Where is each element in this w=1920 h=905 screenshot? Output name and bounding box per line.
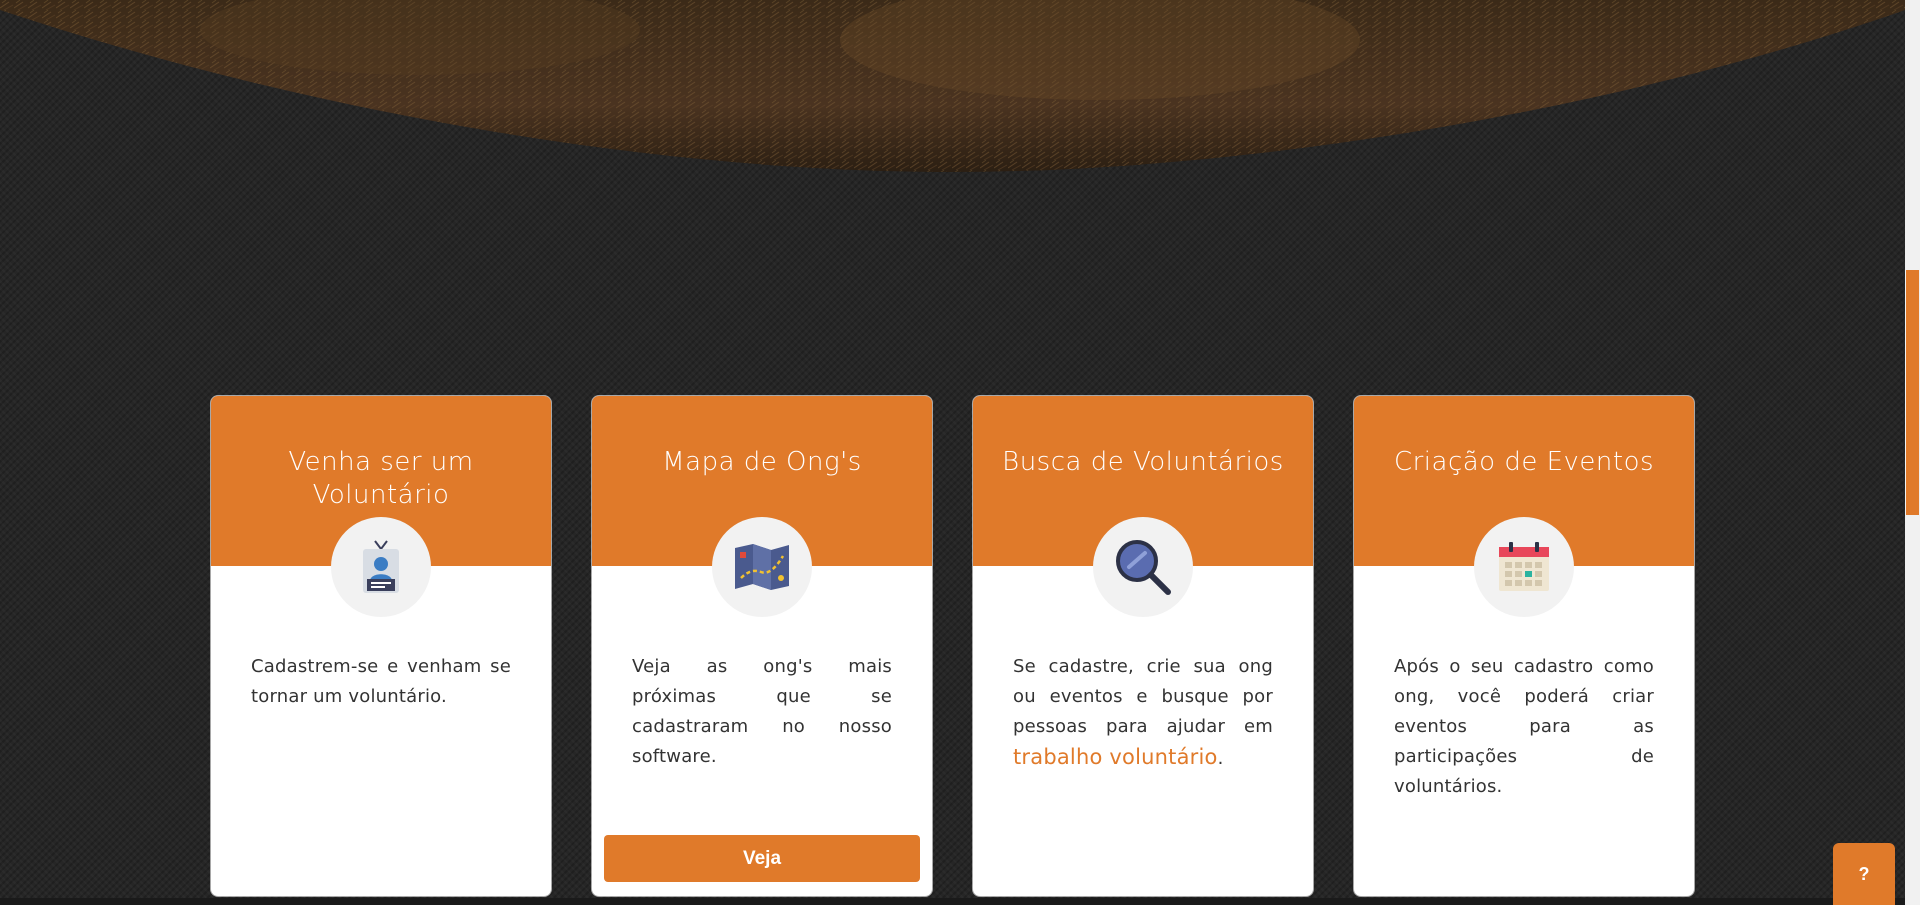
scrollbar-thumb[interactable] <box>1906 270 1919 515</box>
feature-cards: Venha ser um Voluntário Cadastrem-se e v… <box>211 396 1694 896</box>
card-description: Cadastrem-se e venham se tornar um volun… <box>251 656 511 707</box>
card-description: Se cadastre, crie sua ong ou eventos e b… <box>1013 652 1273 774</box>
page-scrollbar[interactable] <box>1905 0 1920 905</box>
card-title: Mapa de Ong's <box>662 447 862 477</box>
view-map-button[interactable]: Veja <box>604 835 920 882</box>
magnifying-glass-icon <box>1093 517 1193 617</box>
card-description-end: . <box>1217 748 1224 769</box>
card-event-creation: Criação de Eventos Após o seu cadastro c… <box>1354 396 1694 896</box>
card-title: Criação de Eventos <box>1393 447 1655 477</box>
help-button[interactable]: ? <box>1833 843 1895 905</box>
next-section-edge <box>0 898 1905 905</box>
card-volunteer-search: Busca de Voluntários Se cadastre, crie s… <box>973 396 1313 896</box>
card-title: Busca de Voluntários <box>1002 447 1284 477</box>
folded-map-icon <box>712 517 812 617</box>
card-ong-map: Mapa de Ong's Veja as ong's mais próxima… <box>592 396 932 896</box>
card-description-text: Se cadastre, crie sua ong ou eventos e b… <box>1013 656 1273 737</box>
hero-image <box>0 0 1905 175</box>
volunteer-badge-icon <box>331 517 431 617</box>
card-title: Venha ser um Voluntário <box>288 447 474 510</box>
volunteer-work-link[interactable]: trabalho voluntário <box>1013 745 1218 769</box>
card-volunteer: Venha ser um Voluntário Cadastrem-se e v… <box>211 396 551 896</box>
calendar-icon <box>1474 517 1574 617</box>
card-description: Veja as ong's mais próximas que se cadas… <box>632 656 892 767</box>
card-description: Após o seu cadastro como ong, você poder… <box>1394 656 1654 797</box>
